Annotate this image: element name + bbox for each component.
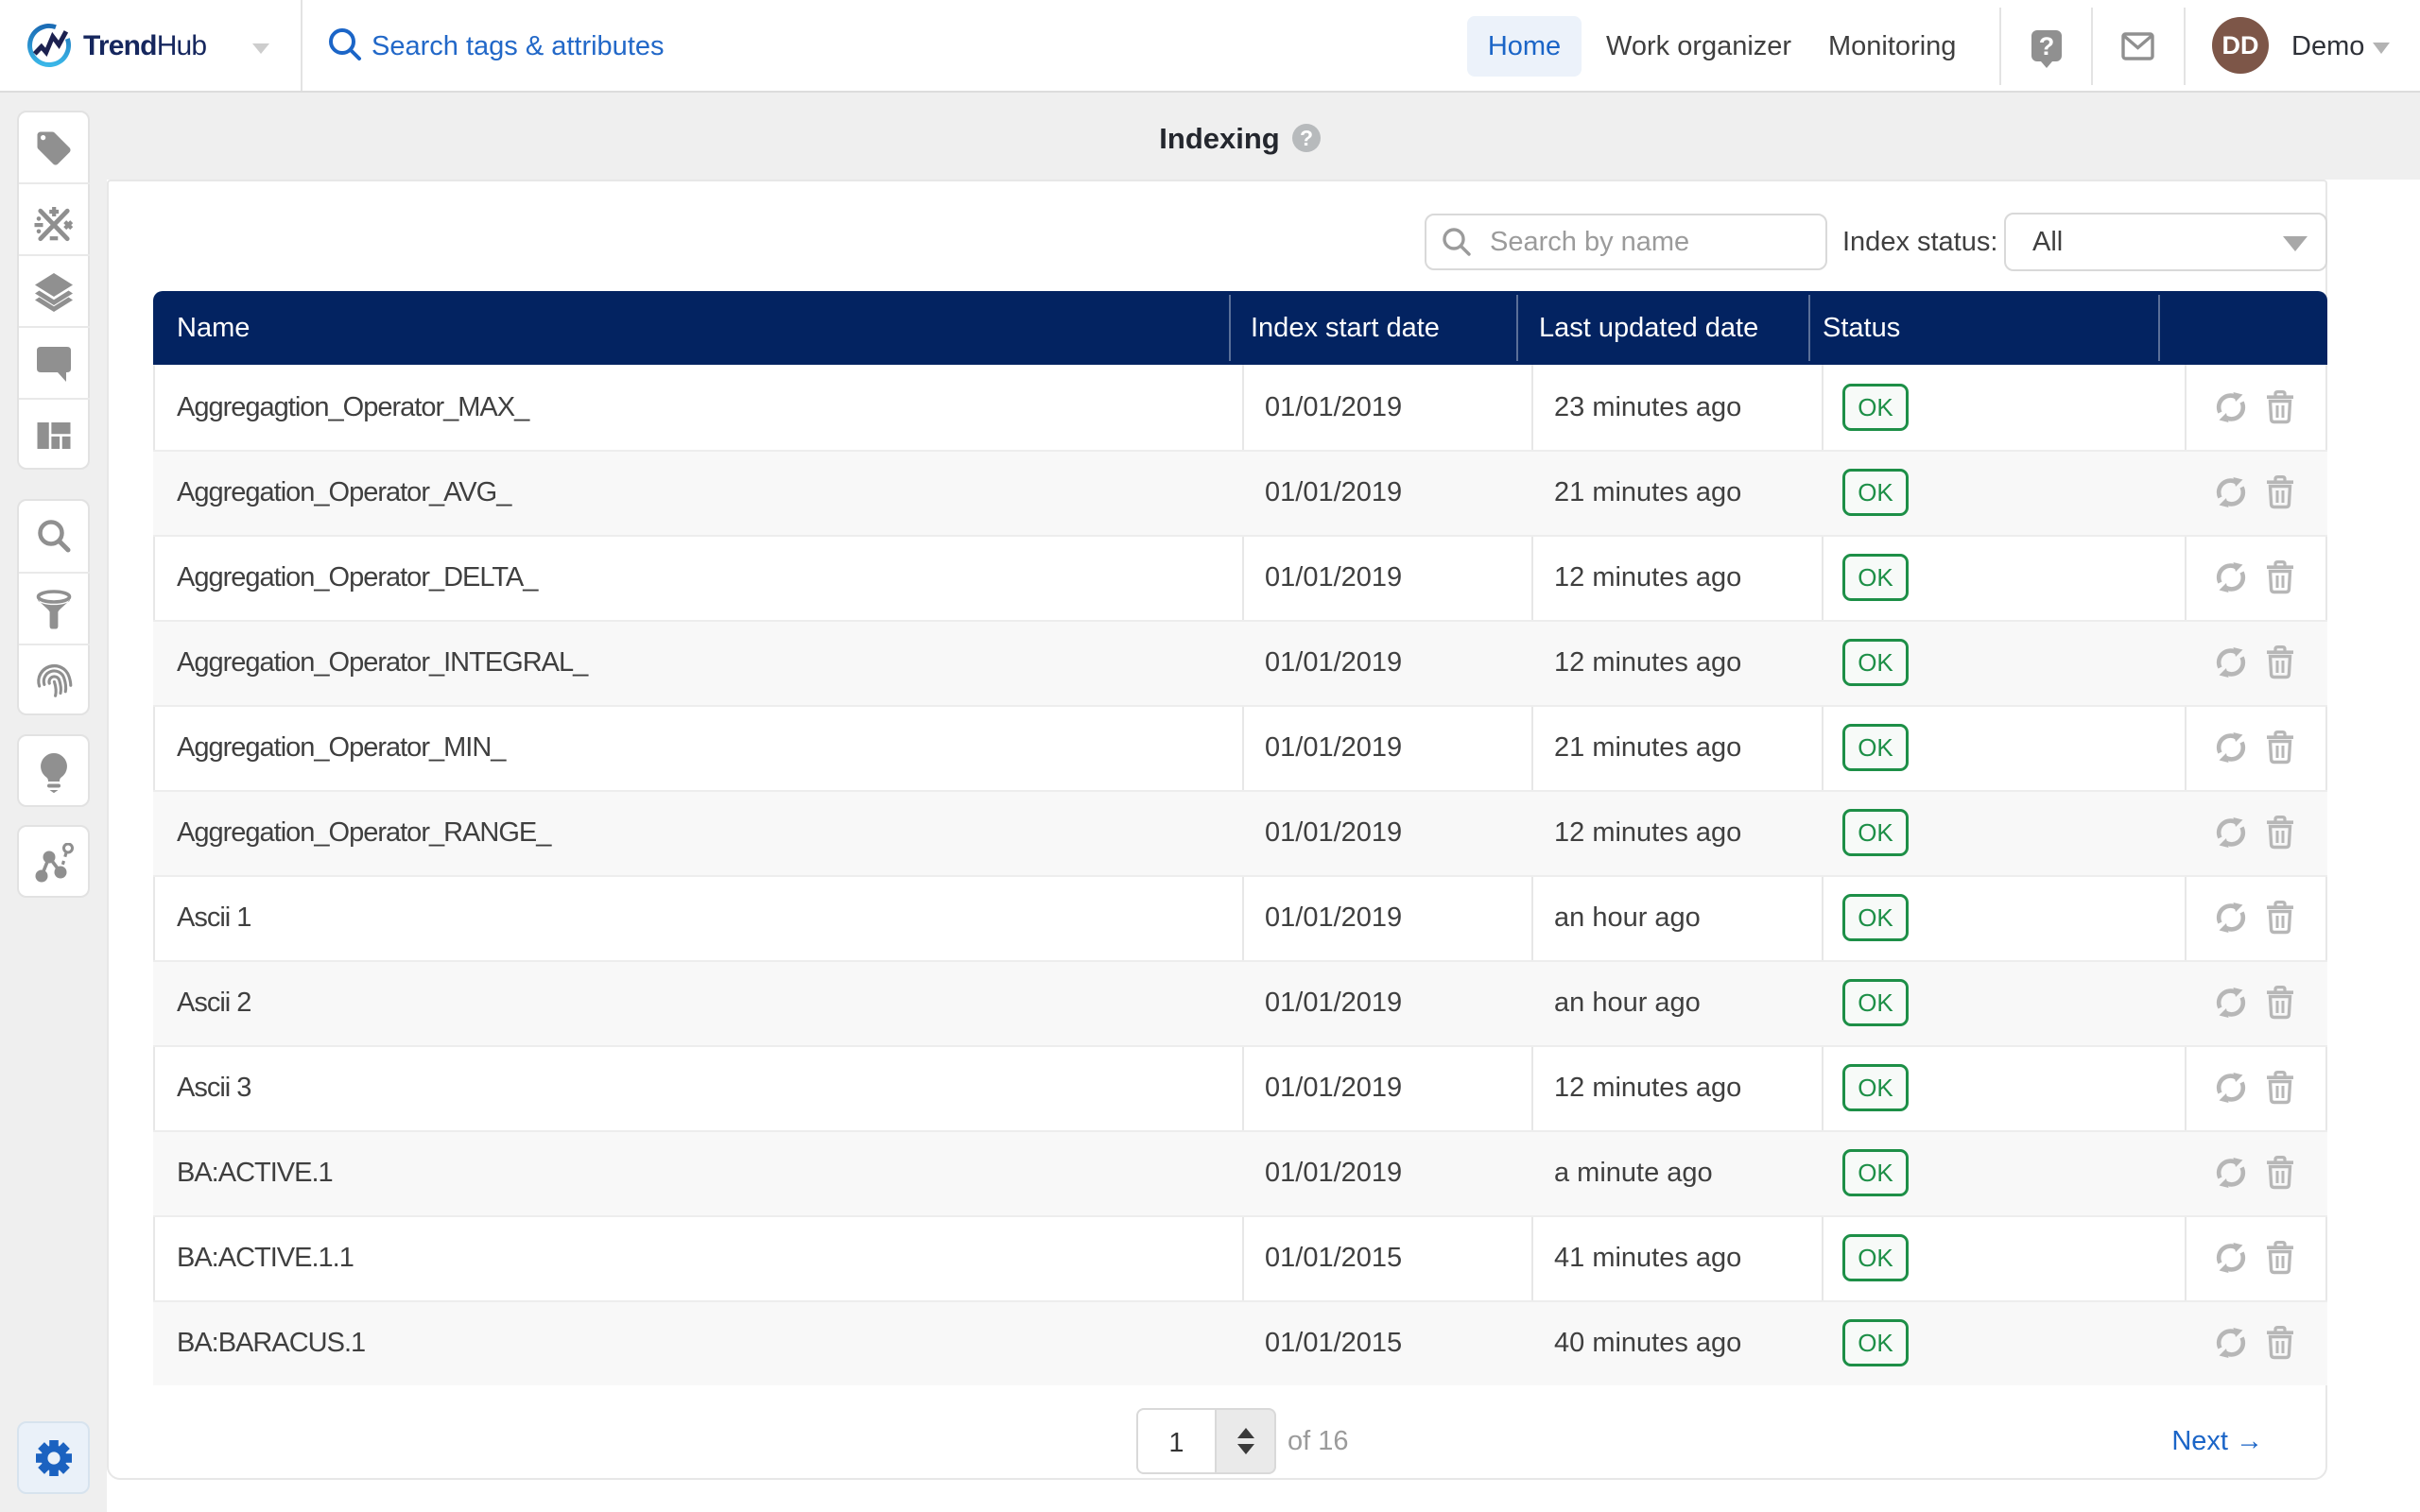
svg-text:?: ? — [2039, 32, 2055, 60]
